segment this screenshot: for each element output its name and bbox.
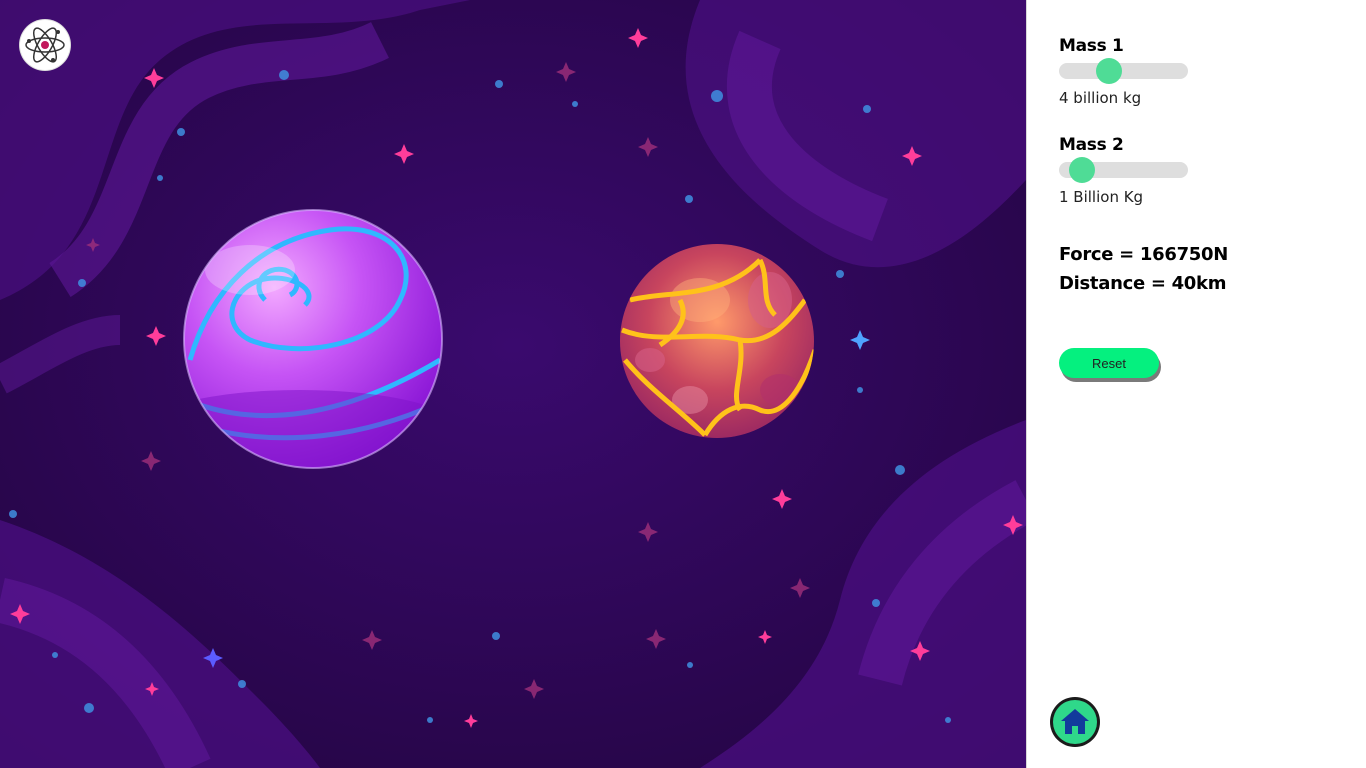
mass-2-slider-thumb[interactable] bbox=[1069, 157, 1096, 183]
mass-1-label: Mass 1 bbox=[1059, 36, 1124, 56]
atom-icon bbox=[25, 27, 65, 63]
home-icon[interactable] bbox=[1053, 700, 1097, 744]
mass-2-value: 1 Billion Kg bbox=[1059, 188, 1144, 206]
mass-2-slider[interactable] bbox=[1059, 157, 1188, 183]
home-button[interactable] bbox=[1050, 697, 1100, 747]
mass-1-slider-thumb[interactable] bbox=[1096, 58, 1123, 84]
space-scene bbox=[0, 0, 1026, 768]
control-panel: Mass 1 4 billion kg Mass 2 1 Billion Kg … bbox=[1026, 0, 1366, 768]
planet-2 bbox=[620, 244, 814, 438]
mass-1-value: 4 billion kg bbox=[1059, 89, 1142, 107]
distance-readout: Distance = 40km bbox=[1059, 273, 1227, 294]
app-logo bbox=[20, 20, 70, 70]
mass-1-slider-track[interactable] bbox=[1059, 63, 1188, 79]
mass-1-slider[interactable] bbox=[1059, 58, 1188, 84]
mass-2-label: Mass 2 bbox=[1059, 135, 1124, 155]
force-readout: Force = 166750N bbox=[1059, 244, 1229, 265]
space-background bbox=[0, 0, 1026, 768]
home-button-ring[interactable] bbox=[1053, 700, 1097, 744]
reset-button[interactable]: Reset bbox=[1059, 348, 1159, 378]
